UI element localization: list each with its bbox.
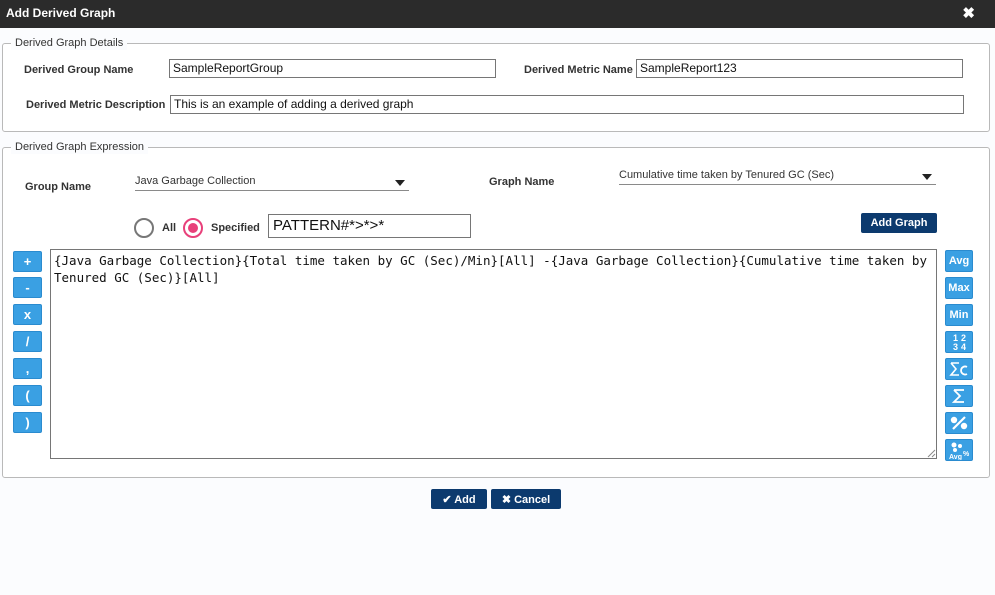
details-section: Derived Graph Details	[2, 36, 990, 132]
cancel-button[interactable]: ✖ Cancel	[491, 489, 561, 509]
description-label: Derived Metric Description	[26, 99, 166, 111]
radio-specified[interactable]	[183, 218, 203, 238]
svg-text:%: %	[963, 451, 970, 458]
resize-handle-icon[interactable]	[926, 448, 936, 458]
details-legend: Derived Graph Details	[11, 36, 128, 50]
graph-name-select[interactable]: Cumulative time taken by Tenured GC (Sec…	[619, 168, 936, 185]
svg-text:Avg: Avg	[949, 454, 962, 460]
minus-operator-button[interactable]: -	[13, 277, 42, 298]
avg-function-button[interactable]: Avg	[945, 250, 973, 272]
svg-text:4: 4	[961, 342, 966, 352]
graph-name-select-value: Cumulative time taken by Tenured GC (Sec…	[619, 169, 834, 181]
close-icon[interactable]: ✖	[962, 4, 975, 22]
multiply-operator-button[interactable]: x	[13, 304, 42, 325]
max-function-button[interactable]: Max	[945, 277, 973, 299]
digits-function-button[interactable]: 1 2 3 4	[945, 331, 973, 353]
close-paren-button[interactable]: )	[13, 412, 42, 433]
min-function-button[interactable]: Min	[945, 304, 973, 326]
expression-legend: Derived Graph Expression	[11, 140, 149, 154]
dialog-titlebar: Add Derived Graph ✖	[0, 0, 995, 28]
expr-group-name-label: Group Name	[25, 181, 92, 193]
description-input[interactable]: This is an example of adding a derived g…	[170, 95, 964, 114]
radio-all-label: All	[162, 222, 177, 234]
cancel-button-label: Cancel	[514, 493, 551, 506]
radio-specified-label: Specified	[211, 222, 260, 234]
sigma-function-button[interactable]	[945, 385, 973, 407]
pattern-input[interactable]: PATTERN#*>*>*	[268, 214, 471, 238]
group-name-label: Derived Group Name	[24, 64, 134, 76]
group-name-input[interactable]: SampleReportGroup	[169, 59, 496, 78]
check-icon: ✔	[442, 493, 452, 506]
digits-icon: 1 2 3 4	[953, 333, 966, 352]
open-paren-button[interactable]: (	[13, 385, 42, 406]
sum-count-function-button[interactable]	[945, 358, 973, 380]
sigma-icon	[951, 389, 964, 403]
chevron-down-icon	[395, 180, 405, 186]
comma-operator-button[interactable]: ,	[13, 358, 42, 379]
chevron-down-icon	[922, 174, 932, 180]
add-graph-button[interactable]: Add Graph	[861, 213, 937, 233]
percent-function-button[interactable]	[945, 412, 973, 434]
sum-count-icon	[949, 362, 968, 376]
group-name-select[interactable]: Java Garbage Collection	[135, 174, 409, 191]
add-button-label: Add	[454, 493, 476, 506]
dialog-title: Add Derived Graph	[6, 6, 116, 20]
cancel-icon: ✖	[501, 493, 512, 506]
plus-operator-button[interactable]: +	[13, 251, 42, 272]
graph-name-label: Graph Name	[489, 176, 555, 188]
metric-name-label: Derived Metric Name	[524, 64, 633, 76]
expression-textarea[interactable]: {Java Garbage Collection}{Total time tak…	[50, 249, 937, 459]
metric-name-input[interactable]: SampleReport123	[636, 59, 963, 78]
percent-icon	[950, 416, 968, 430]
avg-percent-icon: Avg %	[949, 442, 970, 461]
add-button[interactable]: ✔ Add	[431, 489, 487, 509]
divide-operator-button[interactable]: /	[13, 331, 42, 352]
svg-text:3: 3	[953, 342, 958, 352]
radio-all[interactable]	[134, 218, 154, 238]
avg-percent-function-button[interactable]: Avg %	[945, 439, 973, 461]
group-name-select-value: Java Garbage Collection	[135, 175, 256, 187]
